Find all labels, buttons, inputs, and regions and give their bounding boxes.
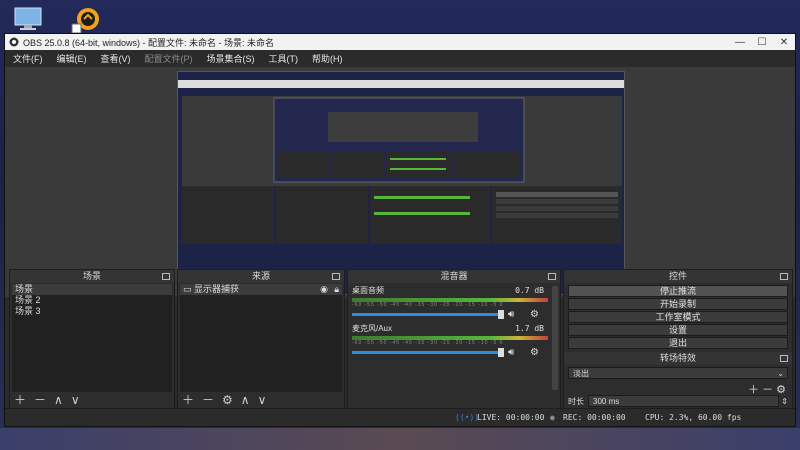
speaker-icon[interactable]: 🔊︎ [508, 309, 514, 320]
speaker-icon[interactable]: 🔊︎ [508, 347, 514, 358]
menu-tools[interactable]: 工具(T) [269, 52, 299, 65]
scenes-list[interactable]: 场景 场景 2 场景 3 [12, 284, 172, 392]
scene-item[interactable]: 场景 2 [12, 295, 172, 306]
recursive-preview-image [178, 72, 624, 294]
mixer-track: 桌面音频 0.7 dB -60 -55 -50 -45 -40 -35 -30 … [350, 285, 550, 321]
transitions-header: 转场特效 [564, 352, 792, 365]
obs-window: OBS 25.0.8 (64-bit, windows) - 配置文件: 未命名… [4, 33, 796, 427]
chevron-down-icon: ⌄ [777, 369, 784, 378]
preview-canvas[interactable] [177, 71, 625, 295]
mixer-tracks: 桌面音频 0.7 dB -60 -55 -50 -45 -40 -35 -30 … [350, 284, 550, 406]
duration-field[interactable]: 300 ms [588, 395, 780, 407]
track-db: 0.7 dB [515, 286, 544, 295]
transition-select[interactable]: 淡出 ⌄ [568, 367, 788, 379]
title-bar[interactable]: OBS 25.0.8 (64-bit, windows) - 配置文件: 未命名… [5, 34, 795, 50]
menu-bar: 文件(F) 编辑(E) 查看(V) 配置文件(P) 场景集合(S) 工具(T) … [5, 51, 795, 66]
studio-mode-button[interactable]: 工作室模式 [568, 311, 788, 323]
remove-scene-icon[interactable]: － [34, 391, 46, 408]
mixer-header: 混音器 [348, 270, 560, 283]
lock-icon[interactable]: 🔒︎ [334, 284, 339, 295]
exit-button[interactable]: 退出 [568, 337, 788, 349]
undock-icon[interactable] [780, 273, 788, 280]
controls-header: 控件 [564, 270, 792, 283]
move-down-icon[interactable]: ∨ [71, 393, 80, 407]
source-item[interactable]: ▭ 显示器捕获 ◉ 🔒︎ [180, 284, 342, 295]
menu-scene-collection[interactable]: 场景集合(S) [207, 52, 255, 65]
scene-item[interactable]: 场景 3 [12, 306, 172, 317]
volume-slider[interactable] [352, 351, 500, 354]
monitor-icon: ▭ [183, 284, 195, 294]
start-recording-button[interactable]: 开始录制 [568, 298, 788, 310]
move-down-icon[interactable]: ∨ [258, 393, 267, 407]
menu-profile[interactable]: 配置文件(P) [145, 52, 193, 65]
live-timer: LIVE: 00:00:00 [477, 413, 545, 422]
sources-toolbar: ＋ － ⚙ ∧ ∨ [182, 391, 274, 408]
move-up-icon[interactable]: ∧ [241, 393, 250, 407]
mixer-scrollbar[interactable] [552, 286, 558, 390]
duration-spinner-icon[interactable]: ⇕ [781, 397, 788, 406]
undock-icon[interactable] [162, 273, 170, 280]
add-scene-icon[interactable]: ＋ [14, 391, 26, 408]
dock-area: 场景 场景 场景 2 场景 3 ＋ － ∧ ∨ 来源 ▭ 显示器捕获 ◉ 🔒︎ [5, 269, 795, 409]
track-db: 1.7 dB [515, 324, 544, 333]
computer-icon[interactable] [12, 6, 46, 34]
stop-streaming-button[interactable]: 停止推流 [568, 285, 788, 297]
volume-slider[interactable] [352, 313, 500, 316]
duration-label: 时长 [568, 396, 584, 406]
source-settings-gear-icon[interactable]: ⚙ [222, 393, 233, 407]
meter-ticks: -60 -55 -50 -45 -40 -35 -30 -25 -20 -15 … [352, 340, 504, 346]
add-source-icon[interactable]: ＋ [182, 391, 194, 408]
desktop-taskbar-strip [0, 428, 800, 450]
sources-dock: 来源 ▭ 显示器捕获 ◉ 🔒︎ ＋ － ⚙ ∧ ∨ [177, 269, 345, 409]
scene-item[interactable]: 场景 [12, 284, 172, 295]
live-broadcast-icon: ((•)) [455, 413, 480, 422]
status-bar: ((•)) LIVE: 00:00:00 ● REC: 00:00:00 CPU… [5, 408, 795, 426]
window-title: OBS 25.0.8 (64-bit, windows) - 配置文件: 未命名… [23, 37, 275, 48]
preview-area [5, 67, 795, 297]
source-label: 显示器捕获 [194, 284, 240, 294]
undock-icon[interactable] [332, 273, 340, 280]
volume-slider-handle[interactable] [498, 310, 504, 319]
scenes-dock: 场景 场景 场景 2 场景 3 ＋ － ∧ ∨ [9, 269, 175, 409]
volume-slider-handle[interactable] [498, 348, 504, 357]
meter-ticks: -60 -55 -50 -45 -40 -35 -30 -25 -20 -15 … [352, 302, 504, 308]
scenes-header: 场景 [10, 270, 174, 283]
remove-source-icon[interactable]: － [202, 391, 214, 408]
duration-row: 时长 300 ms ⇕ [568, 395, 788, 407]
gear-icon[interactable]: ⚙ [530, 309, 539, 320]
menu-view[interactable]: 查看(V) [101, 52, 131, 65]
transition-toolbar: ＋ － ⚙ [564, 381, 792, 396]
scenes-toolbar: ＋ － ∧ ∨ [14, 391, 88, 408]
move-up-icon[interactable]: ∧ [54, 393, 63, 407]
record-dot-icon: ● [550, 413, 555, 422]
undock-icon[interactable] [548, 273, 556, 280]
visibility-eye-icon[interactable]: ◉ [320, 284, 328, 295]
mixer-dock: 混音器 桌面音频 0.7 dB -60 -55 -50 -45 -40 -35 … [347, 269, 561, 409]
mixer-track: 麦克风/Aux 1.7 dB -60 -55 -50 -45 -40 -35 -… [350, 323, 550, 359]
controls-dock: 控件 停止推流 开始录制 工作室模式 设置 退出 转场特效 淡出 ⌄ ＋ － ⚙ … [563, 269, 793, 409]
close-button[interactable]: ✕ [773, 37, 795, 48]
cpu-fps: CPU: 2.3%, 60.00 fps [645, 413, 742, 422]
maximize-button[interactable]: ☐ [751, 37, 773, 48]
obs-shortcut-icon[interactable] [70, 6, 104, 34]
undock-icon[interactable] [780, 355, 788, 362]
menu-edit[interactable]: 编辑(E) [57, 52, 87, 65]
sources-header: 来源 [178, 270, 344, 283]
rec-timer: REC: 00:00:00 [563, 413, 626, 422]
sources-list[interactable]: ▭ 显示器捕获 ◉ 🔒︎ [180, 284, 342, 392]
gear-icon[interactable]: ⚙ [530, 347, 539, 358]
menu-file[interactable]: 文件(F) [13, 52, 43, 65]
minimize-button[interactable]: — [729, 37, 751, 48]
settings-button[interactable]: 设置 [568, 324, 788, 336]
menu-help[interactable]: 帮助(H) [312, 52, 343, 65]
obs-logo-icon [9, 37, 19, 47]
